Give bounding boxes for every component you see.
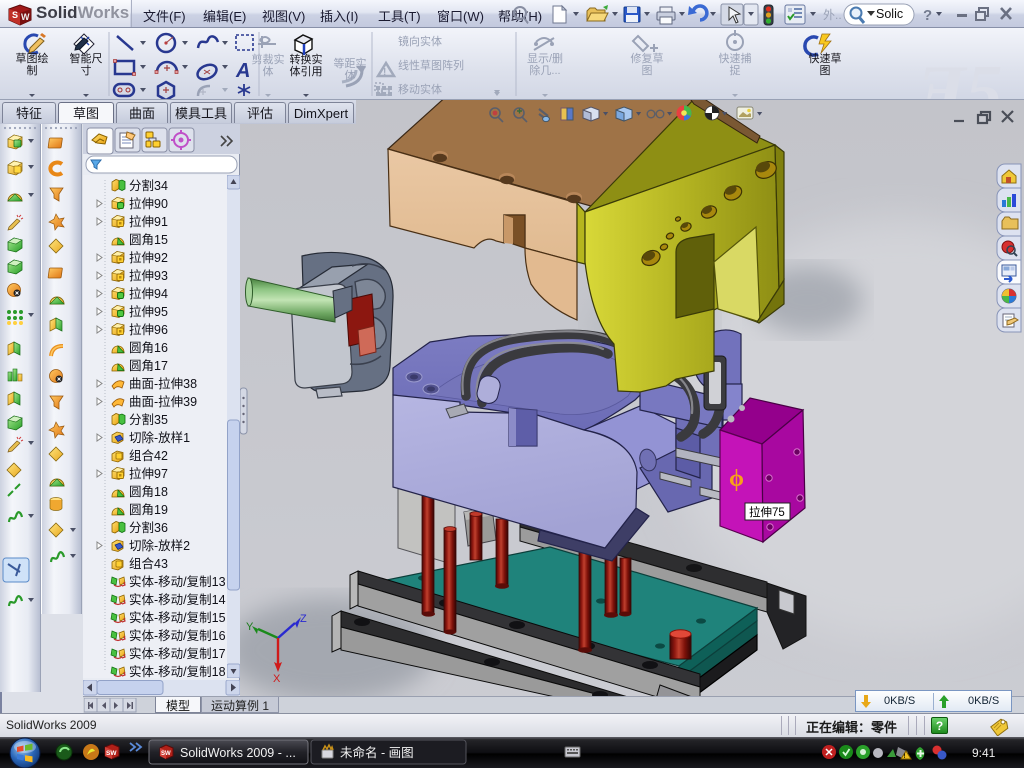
svg-text:W: W bbox=[21, 12, 30, 22]
svg-text:拉伸91: 拉伸91 bbox=[129, 214, 168, 229]
svg-text:?: ? bbox=[923, 7, 932, 24]
svg-text:Ǝ5: Ǝ5 bbox=[915, 51, 1002, 99]
svg-text:Y: Y bbox=[246, 621, 254, 633]
svg-text:圆角18: 圆角18 bbox=[129, 485, 168, 499]
svg-text:分割35: 分割35 bbox=[129, 412, 168, 427]
svg-text:圆角19: 圆角19 bbox=[129, 503, 168, 517]
svg-text:SolidWorks 2009 - ...: SolidWorks 2009 - ... bbox=[180, 746, 296, 760]
svg-text:拉伸97: 拉伸97 bbox=[129, 466, 168, 481]
svg-text:拉伸75: 拉伸75 bbox=[749, 505, 785, 519]
svg-text:切除-放样1: 切除-放样1 bbox=[129, 430, 190, 445]
svg-text:组合43: 组合43 bbox=[129, 556, 168, 571]
svg-text:拉伸96: 拉伸96 bbox=[129, 322, 168, 337]
svg-text:圆角17: 圆角17 bbox=[129, 359, 168, 373]
svg-text:实体-移动/复制17: 实体-移动/复制17 bbox=[129, 646, 226, 661]
svg-text:实体-移动/复制15: 实体-移动/复制15 bbox=[129, 610, 226, 625]
svg-text:!: ! bbox=[904, 754, 906, 760]
svg-text:拉伸92: 拉伸92 bbox=[129, 250, 168, 265]
svg-text:切除-放样2: 切除-放样2 bbox=[129, 538, 190, 553]
svg-text:实体-移动/复制18: 实体-移动/复制18 bbox=[129, 664, 226, 679]
svg-text:9:41: 9:41 bbox=[972, 746, 996, 760]
svg-text:曲面-拉伸39: 曲面-拉伸39 bbox=[129, 394, 197, 409]
svg-text:ϕ: ϕ bbox=[729, 466, 744, 492]
svg-text:曲面-拉伸38: 曲面-拉伸38 bbox=[129, 376, 197, 391]
svg-text:实体-移动/复制13: 实体-移动/复制13 bbox=[129, 574, 226, 589]
svg-text:圆角16: 圆角16 bbox=[129, 341, 168, 355]
svg-text:SW: SW bbox=[106, 750, 117, 757]
svg-text:分割36: 分割36 bbox=[129, 520, 168, 535]
svg-text:S: S bbox=[12, 10, 18, 20]
svg-text:拉伸93: 拉伸93 bbox=[129, 268, 168, 283]
svg-text:组合42: 组合42 bbox=[129, 448, 168, 463]
svg-text:实体-移动/复制16: 实体-移动/复制16 bbox=[129, 628, 226, 643]
svg-text:X: X bbox=[273, 673, 281, 685]
svg-text:实体-移动/复制14: 实体-移动/复制14 bbox=[129, 592, 226, 607]
svg-text:外..: 外.. bbox=[823, 8, 842, 22]
svg-text:Solic: Solic bbox=[876, 7, 903, 21]
svg-text:分割34: 分割34 bbox=[129, 178, 168, 193]
svg-text:拉伸94: 拉伸94 bbox=[129, 286, 168, 301]
svg-text:Z: Z bbox=[300, 613, 307, 625]
svg-text:拉伸90: 拉伸90 bbox=[129, 196, 168, 211]
svg-text:SW: SW bbox=[161, 751, 171, 757]
svg-text:!: ! bbox=[383, 67, 386, 78]
svg-text:未命名 - 画图: 未命名 - 画图 bbox=[340, 745, 414, 760]
svg-text:圆角15: 圆角15 bbox=[129, 233, 168, 247]
svg-text:拉伸95: 拉伸95 bbox=[129, 304, 168, 319]
